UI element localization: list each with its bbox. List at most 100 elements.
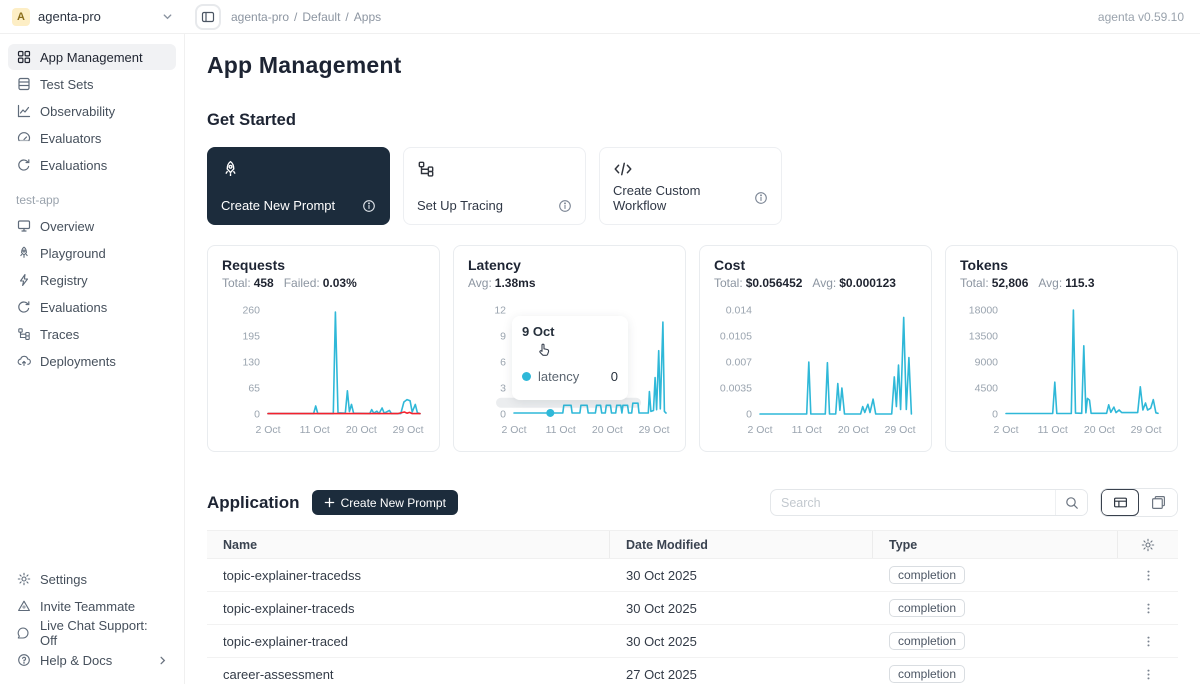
applications-table: Name Date Modified Type topic-explainer-…	[207, 530, 1178, 684]
chart-title: Cost	[714, 257, 917, 273]
sidebar-item-help-docs[interactable]: Help & Docs	[8, 647, 176, 673]
row-menu-button[interactable]	[1138, 598, 1159, 619]
table-row[interactable]: topic-explainer-traced 30 Oct 2025 compl…	[207, 625, 1178, 658]
panel-collapse-icon	[201, 10, 215, 24]
svg-text:0.0105: 0.0105	[720, 331, 752, 343]
search-icon	[1065, 496, 1079, 510]
sidebar-item-traces[interactable]: Traces	[8, 321, 176, 347]
create-new-prompt-card[interactable]: Create New Prompt	[207, 147, 390, 225]
sidebar-item-label: Traces	[40, 327, 79, 342]
sidebar-collapse-button[interactable]	[195, 4, 221, 30]
sidebar-item-app-management[interactable]: App Management	[8, 44, 176, 70]
search-box	[770, 489, 1088, 516]
svg-text:11 Oct: 11 Oct	[1038, 424, 1068, 436]
svg-text:2 Oct: 2 Oct	[255, 424, 280, 436]
sidebar-item-label: Playground	[40, 246, 106, 261]
column-header-type[interactable]: Type	[873, 531, 1118, 558]
app-date-modified: 30 Oct 2025	[610, 634, 873, 649]
bolt-icon	[16, 273, 31, 288]
card-label: Create Custom Workflow	[613, 183, 754, 213]
sidebar-item-label: Registry	[40, 273, 88, 288]
table-rows-icon	[16, 77, 31, 92]
info-icon[interactable]	[558, 199, 572, 213]
svg-text:0: 0	[746, 409, 752, 421]
chart-stats: Total:52,806 Avg:115.3	[960, 276, 1163, 290]
requests-chart[interactable]: 0651301952602 Oct11 Oct20 Oct29 Oct	[222, 294, 427, 444]
sidebar-item-observability[interactable]: Observability	[8, 98, 176, 124]
sidebar-item-deployments[interactable]: Deployments	[8, 348, 176, 374]
page-title: App Management	[207, 52, 1178, 79]
info-icon[interactable]	[362, 199, 376, 213]
table-view-icon	[1113, 495, 1128, 510]
svg-text:29 Oct: 29 Oct	[1131, 424, 1162, 436]
sidebar-item-registry[interactable]: Registry	[8, 267, 176, 293]
row-menu-button[interactable]	[1138, 664, 1159, 684]
app-date-modified: 30 Oct 2025	[610, 568, 873, 583]
svg-text:20 Oct: 20 Oct	[1084, 424, 1115, 436]
search-input[interactable]	[771, 496, 1055, 510]
cloud-up-icon	[16, 354, 31, 369]
create-custom-workflow-card[interactable]: Create Custom Workflow	[599, 147, 782, 225]
svg-text:65: 65	[248, 383, 260, 395]
sidebar-item-evaluators[interactable]: Evaluators	[8, 125, 176, 151]
chart-title: Latency	[468, 257, 671, 273]
chart-title: Requests	[222, 257, 425, 273]
sidebar-item-settings[interactable]: Settings	[8, 566, 176, 592]
sidebar-item-invite-teammate[interactable]: Invite Teammate	[8, 593, 176, 619]
set-up-tracing-card[interactable]: Set Up Tracing	[403, 147, 586, 225]
search-button[interactable]	[1055, 490, 1087, 515]
svg-text:20 Oct: 20 Oct	[346, 424, 377, 436]
svg-text:4500: 4500	[975, 383, 999, 395]
cost-chart[interactable]: 00.00350.0070.01050.0142 Oct11 Oct20 Oct…	[714, 294, 919, 444]
table-row[interactable]: topic-explainer-tracedss 30 Oct 2025 com…	[207, 559, 1178, 592]
chevron-down-icon	[162, 11, 173, 22]
create-new-prompt-button[interactable]: Create New Prompt	[312, 490, 458, 515]
row-menu-button[interactable]	[1138, 565, 1159, 586]
metrics-cards: Requests Total:458 Failed:0.03% 06513019…	[207, 245, 1178, 452]
app-name: topic-explainer-traced	[207, 634, 610, 649]
column-header-date-modified[interactable]: Date Modified	[610, 531, 873, 558]
breadcrumb-item[interactable]: agenta-pro	[231, 10, 289, 24]
svg-text:195: 195	[242, 331, 260, 343]
svg-text:11 Oct: 11 Oct	[792, 424, 822, 436]
app-type: completion	[873, 599, 1118, 617]
main-content: App Management Get Started Create New Pr…	[185, 34, 1200, 684]
tooltip-series-name: latency	[538, 369, 604, 384]
sidebar-item-evaluations-app[interactable]: Evaluations	[8, 294, 176, 320]
tokens-chart[interactable]: 04500900013500180002 Oct11 Oct20 Oct29 O…	[960, 294, 1165, 444]
column-settings-gear[interactable]	[1118, 538, 1178, 552]
sidebar-item-test-sets[interactable]: Test Sets	[8, 71, 176, 97]
row-menu-button[interactable]	[1138, 631, 1159, 652]
sidebar-item-label: Help & Docs	[40, 653, 112, 668]
type-badge: completion	[889, 665, 965, 683]
info-icon[interactable]	[754, 191, 768, 205]
help-circle-icon	[16, 653, 31, 668]
get-started-title: Get Started	[207, 111, 1178, 130]
app-date-modified: 27 Oct 2025	[610, 667, 873, 682]
table-view-button[interactable]	[1101, 489, 1139, 516]
sidebar-item-evaluations[interactable]: Evaluations	[8, 152, 176, 178]
workspace-selector[interactable]: A agenta-pro	[0, 8, 185, 26]
table-row[interactable]: career-assessment 27 Oct 2025 completion	[207, 658, 1178, 684]
workspace-name: agenta-pro	[38, 9, 154, 24]
rocket-icon	[221, 159, 376, 179]
sidebar-item-label: Overview	[40, 219, 94, 234]
sidebar-item-overview[interactable]: Overview	[8, 213, 176, 239]
svg-text:20 Oct: 20 Oct	[838, 424, 869, 436]
breadcrumb-item[interactable]: Apps	[354, 10, 381, 24]
column-header-name[interactable]: Name	[207, 531, 610, 558]
chart-stats: Avg:1.38ms	[468, 276, 671, 290]
sidebar-item-label: Evaluators	[40, 131, 101, 146]
cost-chart-card: Cost Total:$0.056452 Avg:$0.000123 00.00…	[699, 245, 932, 452]
svg-text:3: 3	[500, 383, 506, 395]
table-row[interactable]: topic-explainer-traceds 30 Oct 2025 comp…	[207, 592, 1178, 625]
sidebar-item-live-chat-support[interactable]: Live Chat Support: Off	[8, 620, 176, 646]
sidebar-item-playground[interactable]: Playground	[8, 240, 176, 266]
svg-text:2 Oct: 2 Oct	[747, 424, 772, 436]
svg-text:9: 9	[500, 331, 506, 343]
breadcrumb-item[interactable]: Default	[302, 10, 340, 24]
get-started-cards: Create New Prompt Set Up Tracing Create …	[207, 147, 1178, 225]
gauge-icon	[16, 131, 31, 146]
card-view-button[interactable]	[1139, 489, 1177, 516]
svg-text:0: 0	[254, 409, 260, 421]
